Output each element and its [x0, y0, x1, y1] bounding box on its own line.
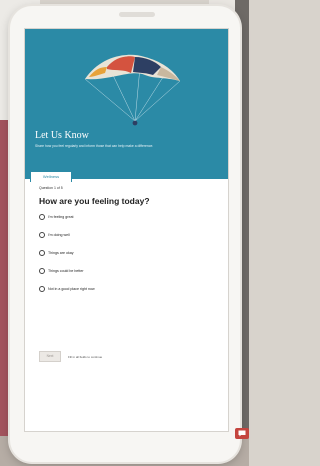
- header-banner: Let Us Know Share how you feel regularly…: [25, 29, 228, 179]
- question-text: How are you feeling today?: [39, 196, 150, 206]
- page-subtitle: Share how you feel regularly and inform …: [35, 144, 154, 148]
- chat-bubble-icon: [238, 430, 246, 437]
- radio-button[interactable]: [39, 286, 45, 292]
- parachute-illustration: [84, 54, 181, 126]
- chat-button[interactable]: [235, 428, 249, 439]
- radio-button[interactable]: [39, 214, 45, 220]
- option-label: Things could be better: [48, 269, 84, 273]
- option-label: I'm feeling great: [48, 215, 74, 219]
- radio-button[interactable]: [39, 250, 45, 256]
- validation-hint: Fill in all fields to continue: [68, 355, 103, 359]
- option-not-good-place[interactable]: Not in a good place right now: [39, 285, 95, 293]
- tablet-device: Let Us Know Share how you feel regularly…: [10, 6, 240, 462]
- survey-screen: Let Us Know Share how you feel regularly…: [24, 28, 229, 432]
- option-feeling-great[interactable]: I'm feeling great: [39, 213, 73, 221]
- tab-wellness[interactable]: Wellness: [30, 171, 72, 182]
- option-label: Not in a good place right now: [48, 287, 95, 291]
- page-title: Let Us Know: [35, 130, 89, 141]
- option-doing-well[interactable]: I'm doing well: [39, 231, 70, 239]
- option-label: Things are okay: [48, 251, 74, 255]
- radio-button[interactable]: [39, 268, 45, 274]
- option-things-okay[interactable]: Things are okay: [39, 249, 74, 257]
- next-button[interactable]: Next: [39, 351, 61, 362]
- tablet-notch: [119, 12, 155, 17]
- option-could-be-better[interactable]: Things could be better: [39, 267, 84, 275]
- option-label: I'm doing well: [48, 233, 70, 237]
- question-counter: Question 1 of 5: [39, 186, 63, 190]
- radio-button[interactable]: [39, 232, 45, 238]
